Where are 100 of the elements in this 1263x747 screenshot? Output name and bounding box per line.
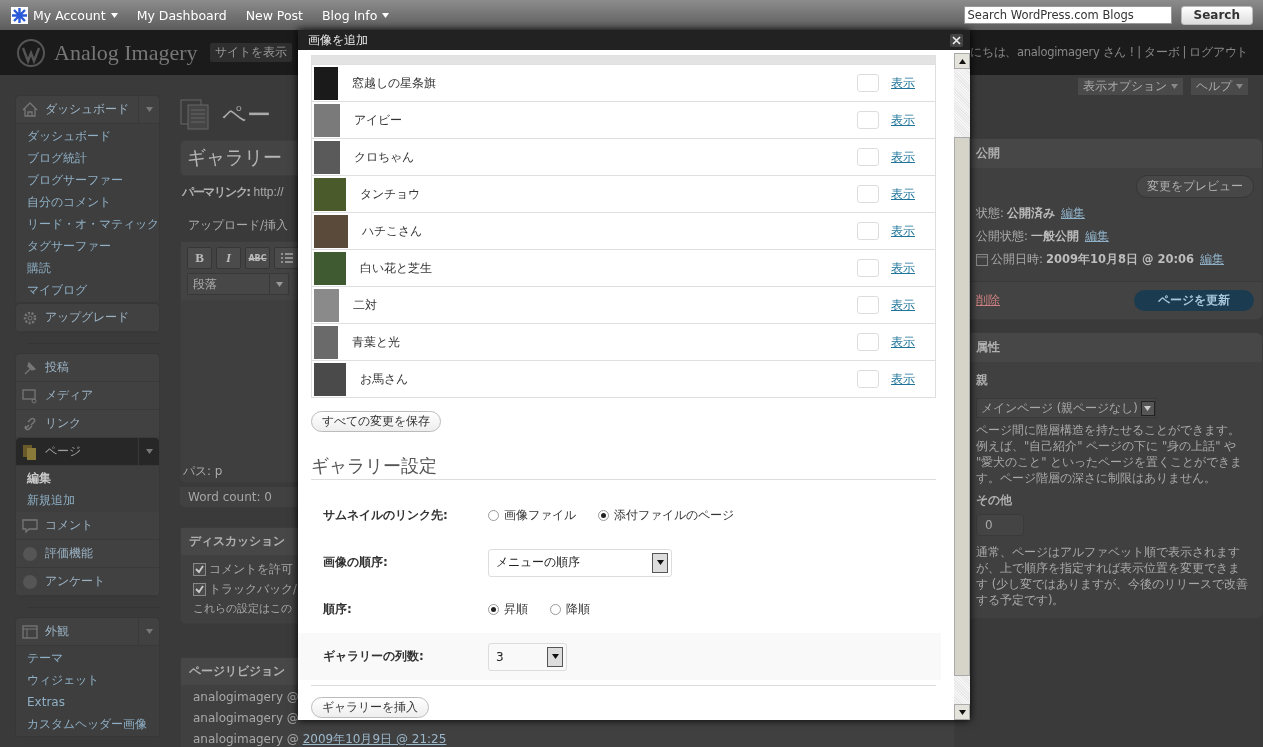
- menu-item[interactable]: 投稿: [16, 354, 159, 382]
- format-select[interactable]: 段落: [187, 273, 289, 295]
- setting-label: 順序:: [323, 601, 353, 618]
- submenu-item[interactable]: リード・オ・マティック: [27, 213, 159, 235]
- menu-item[interactable]: My Account: [11, 6, 118, 24]
- view-site-button[interactable]: サイトを表示: [209, 43, 292, 62]
- update-button[interactable]: ページを更新: [1134, 290, 1254, 311]
- bubble-icon: [21, 516, 39, 535]
- parent-select[interactable]: メインページ (親ページなし): [976, 398, 1156, 418]
- caret-icon: [145, 107, 153, 112]
- submenu-item[interactable]: ダッシュボード: [27, 125, 111, 147]
- image-title: 白い花と芝生: [360, 259, 433, 277]
- submenu-item[interactable]: ウィジェット: [27, 669, 99, 691]
- help-text: 通常、ページはアルファベット順で表示されますが、上で順序を指定すれば表示位置を変更できます (少し変ではありますが、今後のリリースで改善する予定です)。: [976, 544, 1249, 608]
- media-icon: [21, 386, 39, 405]
- order-field[interactable]: [857, 111, 879, 129]
- order-field[interactable]: [857, 74, 879, 92]
- search-button[interactable]: Search: [1180, 5, 1253, 25]
- status-value: 2009年10月8日 @ 20:06: [1045, 252, 1194, 267]
- submenu-item[interactable]: カスタムヘッダー画像: [27, 713, 147, 735]
- menu-item[interactable]: コメント: [16, 512, 159, 540]
- edit-link[interactable]: 編集: [1060, 206, 1085, 221]
- menu-item[interactable]: ページ: [16, 438, 159, 466]
- show-link[interactable]: 表示: [891, 74, 915, 92]
- permalink-link[interactable]: http://: [253, 185, 284, 199]
- image-title: クロちゃん: [354, 148, 415, 166]
- toolbar-button[interactable]: ABC: [245, 247, 270, 269]
- submenu-item[interactable]: ブログ統計: [27, 147, 87, 169]
- menu-item[interactable]: Blog Info: [322, 7, 390, 23]
- caret-icon: [145, 449, 153, 454]
- menu-item[interactable]: My Dashboard: [136, 7, 227, 23]
- delete-link[interactable]: 削除: [976, 293, 1000, 308]
- save-all-button[interactable]: すべての変更を保存: [311, 411, 441, 432]
- order-field[interactable]: [857, 333, 879, 351]
- submenu-item[interactable]: 編集: [27, 467, 51, 489]
- order-field[interactable]: 0: [976, 514, 1024, 536]
- radio-label: 降順: [566, 601, 590, 618]
- submenu-item[interactable]: タグサーファー: [27, 235, 111, 257]
- help-text: ページ間に階層構造を持たせることができます。例えば、"自己紹介" ページの下に "身の上話" や "愛犬のこと" といったページを置くことができます。ページ階層の深さに制限はありません。: [976, 422, 1244, 486]
- show-link[interactable]: 表示: [891, 148, 915, 166]
- menu-item[interactable]: 評価機能: [16, 540, 159, 568]
- screen-tab[interactable]: ヘルプ: [1191, 78, 1248, 95]
- status-value: 一般公開: [1030, 229, 1079, 244]
- menu-item[interactable]: メディア: [16, 382, 159, 410]
- order-field[interactable]: [857, 296, 879, 314]
- scrollbar[interactable]: [954, 53, 970, 720]
- toolbar-button[interactable]: I: [216, 247, 241, 269]
- preview-button[interactable]: 変更をプレビュー: [1136, 175, 1254, 198]
- submenu-item[interactable]: Extras: [27, 691, 65, 713]
- checkbox[interactable]: [193, 562, 206, 576]
- order-field[interactable]: [857, 222, 879, 240]
- photo-placeholder: [314, 103, 340, 137]
- field-label: その他: [976, 492, 1012, 508]
- toolbar-button[interactable]: [274, 247, 299, 269]
- radio-label: 添付ファイルのページ: [614, 507, 734, 524]
- pages-icon: [21, 442, 39, 461]
- logo-icon: [11, 6, 28, 24]
- order-field[interactable]: [857, 259, 879, 277]
- toolbar-button[interactable]: B: [187, 247, 212, 269]
- show-link[interactable]: 表示: [891, 296, 915, 314]
- search-field[interactable]: Search WordPress.com Blogs: [963, 6, 1172, 24]
- status-label: 公開状態:: [976, 229, 1028, 244]
- site-title[interactable]: Analog Imagery: [54, 39, 198, 66]
- revision-link[interactable]: 2009年10月9日 @ 21:25: [302, 732, 447, 746]
- photo-placeholder: [314, 140, 340, 174]
- order-field[interactable]: [857, 370, 879, 388]
- show-link[interactable]: 表示: [891, 222, 915, 240]
- edit-link[interactable]: 編集: [1200, 252, 1224, 267]
- submenu-item[interactable]: テーマ: [27, 647, 63, 669]
- order-field[interactable]: [857, 185, 879, 203]
- submenu-item[interactable]: ブログサーファー: [27, 169, 123, 191]
- photo-placeholder: [314, 214, 348, 248]
- caret-icon: [1144, 405, 1152, 411]
- submenu-item[interactable]: マイブログ: [27, 279, 87, 301]
- select-field[interactable]: メニューの順序: [488, 548, 672, 577]
- house-icon: [21, 100, 39, 119]
- photo-placeholder: [314, 66, 338, 100]
- insert-gallery-button[interactable]: ギャラリーを挿入: [311, 697, 429, 718]
- path-text: パス: p: [182, 463, 223, 480]
- submenu-item[interactable]: 新規追加: [27, 489, 75, 511]
- image-title: アイビー: [354, 111, 403, 129]
- edit-link[interactable]: 編集: [1084, 229, 1109, 244]
- photo-placeholder: [314, 177, 346, 211]
- submenu-item[interactable]: 自分のコメント: [27, 191, 111, 213]
- show-link[interactable]: 表示: [891, 370, 915, 388]
- show-link[interactable]: 表示: [891, 259, 915, 277]
- menu-item[interactable]: アンケート: [16, 568, 159, 596]
- close-button[interactable]: [950, 33, 963, 47]
- screen-tab[interactable]: 表示オプション: [1078, 78, 1183, 95]
- show-link[interactable]: 表示: [891, 185, 915, 203]
- word-count: Word count: 0: [188, 490, 272, 504]
- show-link[interactable]: 表示: [891, 111, 915, 129]
- order-field[interactable]: [857, 148, 879, 166]
- menu-item[interactable]: New Post: [245, 7, 304, 23]
- menu-item[interactable]: アップグレード: [16, 304, 159, 332]
- select-field[interactable]: 3: [488, 642, 567, 671]
- show-link[interactable]: 表示: [891, 333, 915, 351]
- upload-insert-label: アップロード/挿入: [188, 217, 289, 234]
- submenu-item[interactable]: 購読: [27, 257, 51, 279]
- checkbox[interactable]: [193, 582, 206, 596]
